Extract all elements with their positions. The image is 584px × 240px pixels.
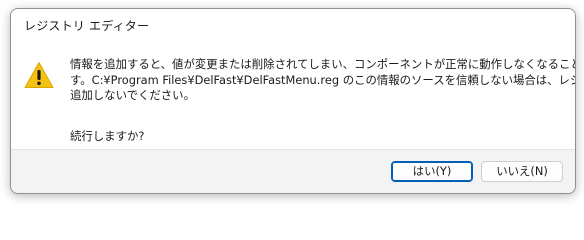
yes-button[interactable]: はい(Y) [391,161,473,182]
warning-message: 情報を追加すると、値が変更または削除されてしまい、コンポーネントが正常に動作しな… [70,57,576,104]
dialog-title: レジストリ エディター [24,19,150,33]
warning-icon [24,62,54,88]
dialog-content: 情報を追加すると、値が変更または削除されてしまい、コンポーネントが正常に動作しな… [11,41,575,149]
message-line: 情報を追加すると、値が変更または削除されてしまい、コンポーネントが正常に動作しな… [70,57,576,71]
button-bar: はい(Y) いいえ(N) [11,149,575,193]
no-button[interactable]: いいえ(N) [481,161,563,182]
registry-editor-dialog: レジストリ エディター 情報を追加すると、値が変更または削除されてしまい、コンポ… [10,8,576,194]
message-line: 追加しないでください。 [70,88,195,102]
continue-question: 続行しますか? [70,129,145,143]
desktop-background: レジストリ エディター 情報を追加すると、値が変更または削除されてしまい、コンポ… [0,0,584,204]
title-bar[interactable]: レジストリ エディター [11,9,575,41]
message-line: す。C:¥Program Files¥DelFast¥DelFastMenu.r… [70,72,576,87]
